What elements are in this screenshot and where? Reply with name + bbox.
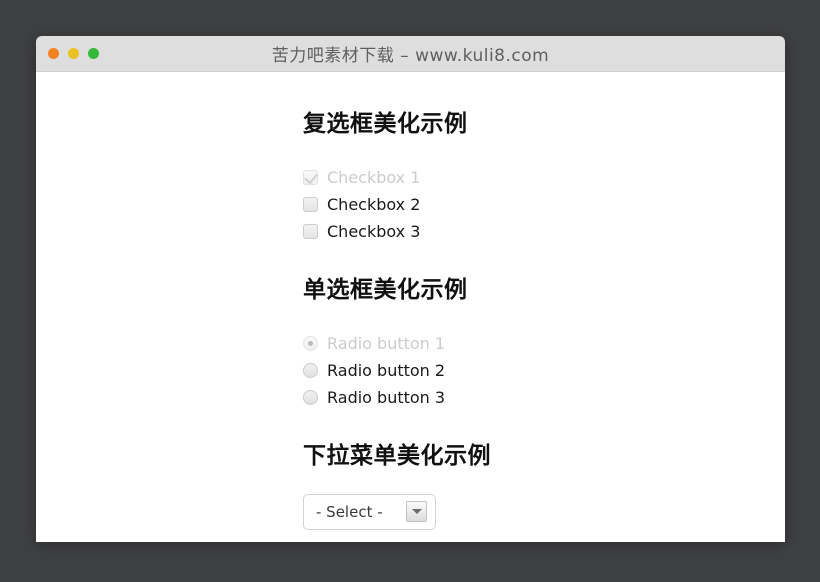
radio-label-2: Radio button 2 <box>327 360 446 380</box>
select-section-heading: 下拉菜单美化示例 <box>303 442 491 469</box>
radio-icon[interactable] <box>303 389 318 405</box>
radio-label-1: Radio button 1 <box>327 333 446 353</box>
select-wrapper: - Select - <box>303 494 785 531</box>
checkbox-row-1[interactable]: Checkbox 1 <box>303 164 785 191</box>
select-section: 下拉菜单美化示例 - Select - <box>303 442 785 531</box>
checkbox-icon[interactable] <box>303 196 318 212</box>
chevron-down-icon <box>411 509 422 515</box>
radio-icon[interactable] <box>303 362 318 378</box>
checkbox-section-heading: 复选框美化示例 <box>303 111 468 137</box>
checkbox-label-3: Checkbox 3 <box>327 221 421 241</box>
browser-window: 苦力吧素材下载 – www.kuli8.com 复选框美化示例 Checkbox… <box>36 36 785 542</box>
checkbox-list: Checkbox 1 Checkbox 2 Checkbox 3 <box>303 164 785 245</box>
radio-label-3: Radio button 3 <box>327 387 446 407</box>
checkbox-icon[interactable] <box>303 223 318 239</box>
checkbox-label-2: Checkbox 2 <box>327 194 421 214</box>
checkbox-icon[interactable] <box>303 169 318 185</box>
window-title: 苦力吧素材下载 – www.kuli8.com <box>271 46 550 66</box>
radio-section-heading: 单选框美化示例 <box>303 276 468 303</box>
checkbox-row-3[interactable]: Checkbox 3 <box>303 218 785 245</box>
radio-row-1[interactable]: Radio button 1 <box>303 330 785 357</box>
radio-row-3[interactable]: Radio button 3 <box>303 384 785 411</box>
checkbox-row-2[interactable]: Checkbox 2 <box>303 191 785 218</box>
radio-section: 单选框美化示例 Radio button 1 Radio button 2 Ra… <box>303 276 785 411</box>
dropdown-arrow-button[interactable] <box>406 501 427 523</box>
radio-row-2[interactable]: Radio button 2 <box>303 357 785 384</box>
select-dropdown[interactable]: - Select - <box>303 494 436 531</box>
check-icon <box>304 169 318 184</box>
radio-icon[interactable] <box>303 335 318 351</box>
select-value: - Select - <box>316 503 383 522</box>
checkbox-section: 复选框美化示例 Checkbox 1 Checkbox 2 Checkbox 3 <box>303 110 785 245</box>
radio-list: Radio button 1 Radio button 2 Radio butt… <box>303 330 785 411</box>
page-viewport: 复选框美化示例 Checkbox 1 Checkbox 2 Checkbox 3 <box>36 72 785 542</box>
radio-dot-icon <box>308 340 313 346</box>
window-titlebar: 苦力吧素材下载 – www.kuli8.com <box>36 36 785 72</box>
checkbox-label-1: Checkbox 1 <box>327 167 421 187</box>
page-content: 复选框美化示例 Checkbox 1 Checkbox 2 Checkbox 3 <box>36 72 785 531</box>
